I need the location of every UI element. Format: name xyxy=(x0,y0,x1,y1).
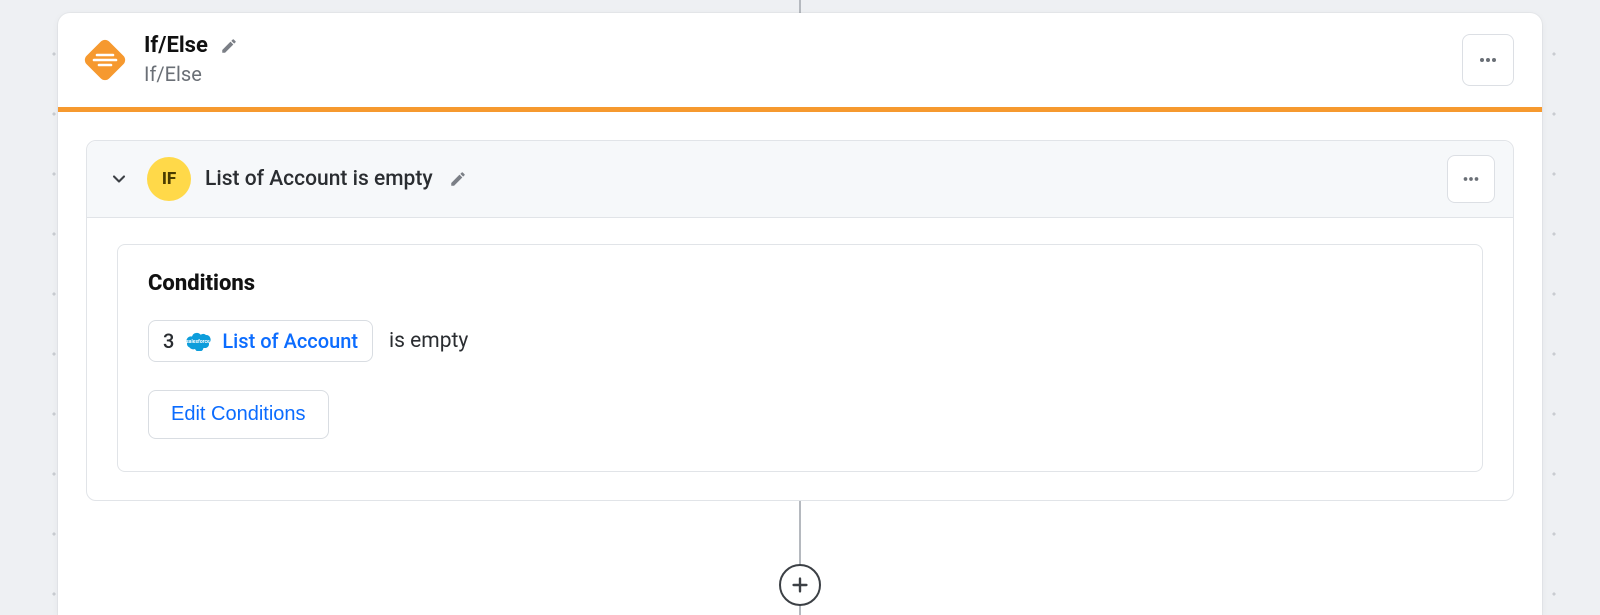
card-header: If/Else If/Else xyxy=(58,13,1542,107)
connector-line-top xyxy=(799,0,801,14)
branch-body: Conditions 3 salesforce List of Account xyxy=(87,218,1513,500)
card-title: If/Else xyxy=(144,33,208,59)
edit-conditions-button[interactable]: Edit Conditions xyxy=(148,390,329,439)
branch-header: IF List of Account is empty xyxy=(87,141,1513,218)
pencil-icon xyxy=(449,170,467,188)
chevron-down-icon xyxy=(109,169,129,189)
svg-text:salesforce: salesforce xyxy=(187,339,211,345)
if-else-node-icon xyxy=(82,37,128,83)
condition-operator: is empty xyxy=(389,329,468,353)
conditions-heading: Conditions xyxy=(148,271,1452,296)
edit-title-button[interactable] xyxy=(218,35,240,57)
branch-title: List of Account is empty xyxy=(205,167,433,191)
edit-branch-title-button[interactable] xyxy=(447,168,469,190)
if-else-card: If/Else If/Else xyxy=(58,13,1542,615)
salesforce-icon: salesforce xyxy=(184,331,212,351)
pencil-icon xyxy=(220,37,238,55)
reference-step-number: 3 xyxy=(163,329,174,353)
card-body: IF List of Account is empty xyxy=(58,112,1542,501)
condition-reference-pill[interactable]: 3 salesforce List of Account xyxy=(148,320,373,362)
card-subtitle: If/Else xyxy=(144,61,240,87)
more-horizontal-icon xyxy=(1476,48,1500,72)
collapse-branch-button[interactable] xyxy=(105,165,133,193)
more-horizontal-icon xyxy=(1460,168,1482,190)
card-more-button[interactable] xyxy=(1462,34,1514,86)
if-branch: IF List of Account is empty xyxy=(86,140,1514,501)
if-chip: IF xyxy=(147,157,191,201)
card-titles: If/Else If/Else xyxy=(144,33,240,87)
condition-row: 3 salesforce List of Account is empty xyxy=(148,320,1452,362)
plus-icon xyxy=(789,574,811,596)
add-step-button[interactable] xyxy=(779,564,821,606)
branch-more-button[interactable] xyxy=(1447,155,1495,203)
reference-label: List of Account xyxy=(222,329,358,353)
conditions-box: Conditions 3 salesforce List of Account xyxy=(117,244,1483,472)
